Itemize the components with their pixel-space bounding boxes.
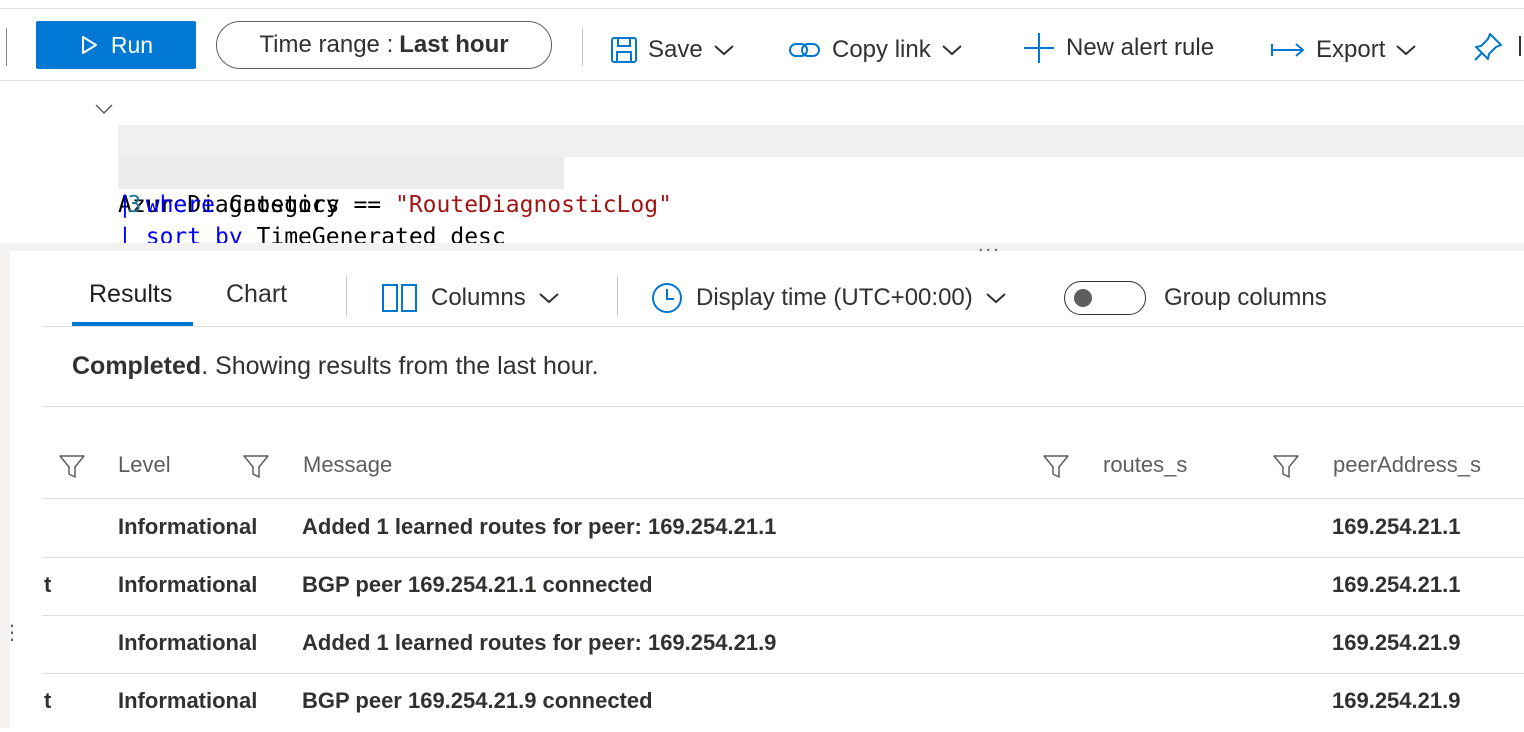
editor-results-splitter[interactable]	[10, 243, 1524, 251]
export-arrow-icon	[1271, 43, 1305, 57]
toolbar-separator	[582, 28, 583, 66]
toggle-knob	[1074, 289, 1092, 307]
filter-icon[interactable]	[1042, 452, 1070, 480]
top-border	[0, 8, 1524, 9]
peer-address-cell: 169.254.21.1	[1332, 572, 1461, 597]
plus-icon	[1024, 33, 1054, 63]
code-text: | where Category == "RouteDiagnosticLog"	[118, 192, 672, 218]
link-icon	[789, 43, 820, 57]
export-label: Export	[1316, 36, 1386, 63]
code-line-2: 2 | where Category == "RouteDiagnosticLo…	[0, 125, 672, 218]
filter-icon[interactable]	[242, 452, 270, 480]
left-panel-edge	[0, 243, 10, 728]
status-text: . Showing results from the last hour.	[201, 352, 599, 380]
message-cell: BGP peer 169.254.21.1 connected	[302, 572, 653, 597]
column-header-level[interactable]: Level	[118, 452, 171, 478]
status-bold: Completed	[72, 352, 202, 380]
pin-button[interactable]	[1472, 31, 1504, 68]
table-row[interactable]: t Informational BGP peer 169.254.21.9 co…	[42, 674, 1524, 732]
columns-button[interactable]: Columns	[381, 276, 560, 320]
code-line-1: 1 AzureDiagnostics	[0, 93, 340, 218]
side-grip-icon[interactable]: ⋮	[2, 623, 22, 643]
tab-results[interactable]: Results	[89, 280, 172, 309]
column-header-peer-address[interactable]: peerAddress_s	[1333, 452, 1481, 478]
pin-icon	[1474, 33, 1502, 61]
chevron-down-icon	[1396, 45, 1417, 56]
current-line-highlight	[118, 125, 1524, 157]
play-icon	[81, 36, 97, 54]
tab-chart[interactable]: Chart	[226, 280, 287, 309]
peer-address-cell: 169.254.21.9	[1332, 688, 1461, 713]
chevron-down-icon	[986, 293, 1006, 304]
line-number: 3	[127, 192, 142, 218]
group-columns-control[interactable]: Group columns	[1064, 276, 1327, 320]
level-cell: Informational	[118, 572, 258, 597]
status-divider	[42, 406, 1524, 407]
new-alert-rule-label: New alert rule	[1066, 34, 1215, 61]
level-cell: Informational	[118, 514, 258, 539]
display-time-label: Display time (UTC+00:00)	[696, 284, 973, 311]
group-columns-toggle[interactable]	[1064, 281, 1146, 315]
peer-address-cell: 169.254.21.1	[1332, 514, 1461, 539]
query-status: Completed. Showing results from the last…	[72, 352, 599, 381]
level-cell: Informational	[118, 688, 258, 713]
filter-icon[interactable]	[58, 452, 86, 480]
splitter-handle[interactable]: ...	[978, 234, 1001, 257]
group-columns-label: Group columns	[1164, 284, 1327, 311]
results-toolbar-separator	[617, 276, 618, 316]
copy-link-label: Copy link	[832, 36, 931, 63]
run-button[interactable]: Run	[36, 21, 196, 69]
header-divider	[42, 498, 1524, 499]
lead-cell: t	[44, 572, 52, 597]
overflow-clip	[1519, 36, 1521, 56]
lead-cell: t	[44, 688, 52, 713]
chevron-down-icon	[714, 45, 734, 56]
run-label: Run	[110, 31, 154, 58]
fold-chevron-icon[interactable]	[94, 103, 114, 115]
save-icon	[611, 37, 637, 63]
column-header-routes[interactable]: routes_s	[1103, 452, 1187, 478]
code-line-3: 3 | sort by TimeGenerated desc	[0, 157, 506, 250]
left-divider	[6, 28, 7, 66]
chevron-down-icon	[539, 293, 559, 304]
export-button[interactable]: Export	[1270, 26, 1417, 74]
query-editor[interactable]: 1 AzureDiagnostics 2 | where Category ==…	[0, 81, 1524, 250]
tabs-divider	[42, 326, 1524, 327]
display-time-button[interactable]: Display time (UTC+00:00)	[650, 276, 1007, 320]
message-cell: Added 1 learned routes for peer: 169.254…	[302, 630, 777, 655]
selection-highlight	[118, 157, 564, 189]
filter-icon[interactable]	[1272, 452, 1300, 480]
save-button[interactable]: Save	[610, 26, 735, 74]
new-alert-rule-button[interactable]: New alert rule	[1022, 24, 1214, 72]
columns-icon	[382, 284, 417, 312]
save-label: Save	[648, 36, 703, 63]
level-cell: Informational	[118, 630, 258, 655]
message-cell: Added 1 learned routes for peer: 169.254…	[302, 514, 777, 539]
results-toolbar-separator	[346, 276, 347, 316]
table-row[interactable]: t Informational BGP peer 169.254.21.1 co…	[42, 558, 1524, 616]
columns-label: Columns	[431, 284, 526, 311]
time-range-value: Last hour	[399, 31, 509, 58]
chevron-down-icon	[942, 45, 962, 56]
message-cell: BGP peer 169.254.21.9 connected	[302, 688, 653, 713]
time-range-picker[interactable]: Time range : Last hour	[216, 21, 552, 69]
table-row[interactable]: Informational Added 1 learned routes for…	[42, 616, 1524, 674]
time-range-label: Time range :	[259, 31, 394, 58]
peer-address-cell: 169.254.21.9	[1332, 630, 1461, 655]
clock-icon	[652, 283, 682, 313]
column-header-message[interactable]: Message	[303, 452, 392, 478]
table-row[interactable]: Informational Added 1 learned routes for…	[42, 500, 1524, 558]
copy-link-button[interactable]: Copy link	[788, 26, 963, 74]
